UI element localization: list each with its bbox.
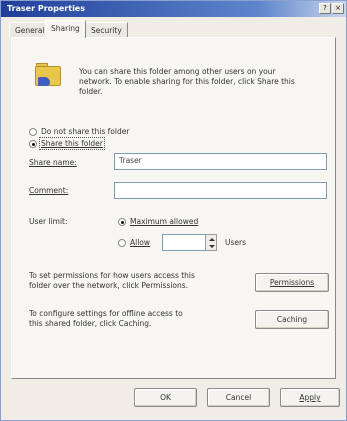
comment-label: Comment: xyxy=(29,186,69,195)
permissions-button[interactable]: Permissions xyxy=(255,273,329,292)
allow-radio[interactable] xyxy=(118,239,126,247)
window-title: Traser Properties xyxy=(7,4,85,13)
share-name-label: Share name: xyxy=(29,158,77,167)
cancel-button[interactable]: Cancel xyxy=(207,388,270,407)
comment-input[interactable] xyxy=(114,182,327,199)
ok-button[interactable]: OK xyxy=(134,388,197,407)
share-this-folder-label[interactable]: Share this folder xyxy=(39,137,105,150)
maximum-allowed-radio[interactable] xyxy=(118,218,126,226)
sharing-info-text: You can share this folder among other us… xyxy=(79,67,341,97)
info-line-1: You can share this folder among other us… xyxy=(79,67,276,76)
permissions-text-2: folder over the network, click Permissio… xyxy=(29,281,189,290)
permissions-text-1: To set permissions for how users access … xyxy=(29,271,195,280)
spinner-down-icon[interactable] xyxy=(209,245,215,248)
tab-security[interactable]: Security xyxy=(85,22,128,37)
info-line-3: folder. xyxy=(79,87,103,96)
close-button[interactable]: × xyxy=(332,3,344,14)
permissions-description: To set permissions for how users access … xyxy=(29,271,195,291)
title-bar[interactable]: Traser Properties ? × xyxy=(1,1,346,17)
apply-button[interactable]: Apply xyxy=(280,388,340,407)
help-button[interactable]: ? xyxy=(319,3,331,14)
caching-text-2: this shared folder, click Caching. xyxy=(29,319,152,328)
shared-folder-icon xyxy=(35,63,61,86)
caching-button[interactable]: Caching xyxy=(255,310,329,329)
allow-label[interactable]: Allow xyxy=(130,238,150,247)
allow-users-input[interactable] xyxy=(162,234,206,251)
caching-text-1: To configure settings for offline access… xyxy=(29,309,183,318)
spinner-up-icon[interactable] xyxy=(209,238,215,241)
properties-window: Traser Properties ? × General Sharing Se… xyxy=(0,0,347,421)
share-name-input[interactable]: Traser xyxy=(114,153,327,170)
info-line-2: network. To enable sharing for this fold… xyxy=(79,77,295,86)
do-not-share-radio[interactable] xyxy=(29,128,37,136)
user-limit-label: User limit: xyxy=(29,217,68,226)
caching-description: To configure settings for offline access… xyxy=(29,309,183,329)
maximum-allowed-label[interactable]: Maximum allowed xyxy=(130,217,198,226)
users-unit-label: Users xyxy=(225,238,247,247)
share-this-folder-radio[interactable] xyxy=(29,140,37,148)
do-not-share-label[interactable]: Do not share this folder xyxy=(41,127,129,136)
users-spinner[interactable] xyxy=(205,234,217,251)
tab-sharing[interactable]: Sharing xyxy=(45,20,86,38)
